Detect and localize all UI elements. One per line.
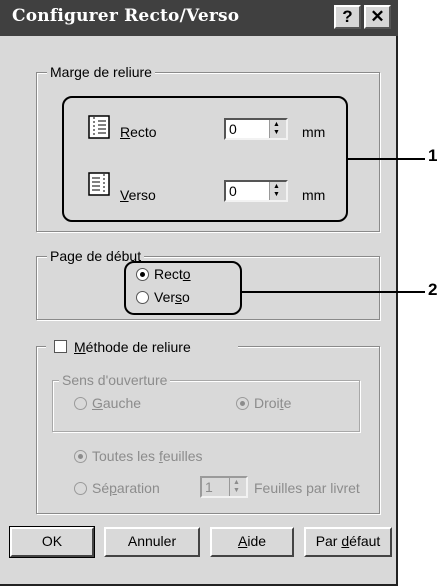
- opening-direction-legend: Sens d'ouverture: [59, 372, 171, 388]
- opening-left-radio[interactable]: [74, 397, 87, 410]
- spin-down-icon: ▼: [233, 487, 240, 494]
- binding-margin-legend: Marge de reliure: [47, 64, 155, 80]
- callout-line-2: [241, 291, 425, 293]
- binding-method-label[interactable]: Méthode de reliure: [74, 339, 191, 355]
- close-icon: ✕: [370, 7, 385, 26]
- callout-number-2: 2: [428, 280, 438, 299]
- all-sheets-label[interactable]: Toutes les feuilles: [92, 448, 203, 464]
- help-title-button[interactable]: ?: [334, 5, 361, 29]
- spin-up-icon: ▲: [233, 479, 240, 486]
- sheets-per-booklet-spinner[interactable]: 1 ▲ ▼: [200, 476, 248, 498]
- dialog-title: Configurer Recto/Verso: [12, 6, 240, 26]
- cancel-button[interactable]: Annuler: [104, 527, 200, 557]
- sheets-per-booklet-value: 1: [205, 479, 213, 495]
- sheets-per-booklet-suffix: Feuilles par livret: [254, 480, 360, 496]
- callout-line-1: [347, 158, 425, 160]
- opening-right-label[interactable]: Droite: [254, 395, 291, 411]
- separation-radio[interactable]: [74, 482, 87, 495]
- booklet-spin-arrows[interactable]: ▲ ▼: [229, 478, 246, 496]
- close-button[interactable]: ✕: [364, 5, 391, 29]
- all-sheets-radio[interactable]: [74, 450, 87, 463]
- ok-button[interactable]: OK: [9, 526, 95, 558]
- help-button[interactable]: Aide: [210, 527, 294, 557]
- binding-method-checkbox[interactable]: [54, 340, 67, 353]
- title-bar[interactable]: Configurer Recto/Verso ? ✕: [0, 0, 398, 36]
- callout-box-start-page: [124, 261, 242, 315]
- question-mark-icon: ?: [342, 7, 353, 26]
- separation-label[interactable]: Séparation: [92, 480, 160, 496]
- default-button[interactable]: Par défaut: [304, 527, 392, 557]
- callout-number-1: 1: [428, 146, 438, 165]
- opening-left-label[interactable]: Gauche: [92, 395, 141, 411]
- callout-box-margin: [62, 96, 348, 222]
- opening-right-radio[interactable]: [236, 397, 249, 410]
